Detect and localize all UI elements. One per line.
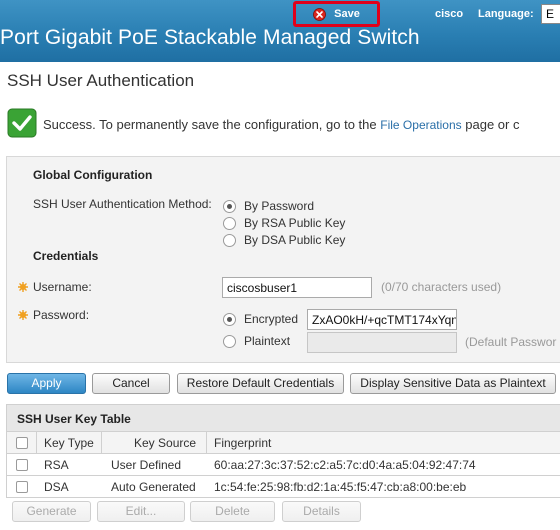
success-check-icon — [7, 108, 37, 138]
password-plaintext-option[interactable]: Plaintext — [223, 334, 290, 348]
radio-by-password[interactable] — [223, 199, 236, 213]
apply-button[interactable]: Apply — [7, 373, 86, 394]
radio-plaintext[interactable] — [223, 334, 236, 348]
method-by-password[interactable]: By Password — [223, 199, 314, 213]
key-source-cell: Auto Generated — [111, 480, 196, 494]
method-label: By RSA Public Key — [244, 216, 346, 230]
save-label: Save — [334, 8, 360, 20]
restore-defaults-button[interactable]: Restore Default Credentials — [177, 373, 344, 394]
row-checkbox[interactable] — [16, 459, 28, 471]
column-key-source: Key Source — [134, 436, 197, 450]
language-label: Language: — [478, 8, 534, 20]
radio-encrypted[interactable] — [223, 312, 236, 326]
method-by-dsa[interactable]: By DSA Public Key — [223, 233, 345, 247]
encrypted-label: Encrypted — [244, 312, 299, 326]
required-icon — [18, 282, 28, 292]
ssh-user-key-table: SSH User Key Table Key Type Key Source F… — [6, 404, 560, 498]
fingerprint-cell: 1c:54:fe:25:98:fb:d2:1a:45:f5:47:cb:a8:0… — [214, 480, 467, 494]
edit-button[interactable]: Edit... — [97, 501, 185, 522]
delete-button[interactable]: Delete — [190, 501, 275, 522]
save-button[interactable]: Save — [293, 1, 380, 27]
username-label: Username: — [33, 280, 92, 294]
success-text: Success. To permanently save the configu… — [43, 117, 377, 132]
method-by-rsa[interactable]: By RSA Public Key — [223, 216, 345, 230]
page-title: SSH User Authentication — [7, 71, 195, 90]
password-label: Password: — [33, 308, 90, 322]
display-plaintext-button[interactable]: Display Sensitive Data as Plaintext — [350, 373, 556, 394]
method-label: By DSA Public Key — [244, 233, 346, 247]
plaintext-label: Plaintext — [244, 334, 291, 348]
key-type-cell: RSA — [44, 458, 69, 472]
save-error-icon — [313, 7, 327, 21]
key-type-cell: DSA — [44, 480, 69, 494]
details-button[interactable]: Details — [282, 501, 361, 522]
radio-by-dsa[interactable] — [223, 233, 236, 247]
file-operations-link[interactable]: File Operations — [380, 118, 461, 132]
encrypted-password-input[interactable]: ZxAO0kH/+qcTMT174xYqn — [307, 309, 457, 330]
radio-by-rsa[interactable] — [223, 216, 236, 230]
username-input[interactable]: ciscosbuser1 — [222, 277, 372, 298]
credentials-heading: Credentials — [33, 249, 99, 263]
product-title: Port Gigabit PoE Stackable Managed Switc… — [0, 26, 420, 49]
table-row[interactable]: DSA Auto Generated 1c:54:fe:25:98:fb:d2:… — [7, 476, 560, 498]
user-link[interactable]: cisco — [435, 8, 463, 20]
row-checkbox[interactable] — [16, 481, 28, 493]
success-text-after: page or c — [465, 117, 520, 132]
config-panel: Global Configuration SSH User Authentica… — [6, 156, 560, 363]
required-icon — [18, 310, 28, 320]
language-select[interactable]: E — [541, 4, 560, 24]
method-label: By Password — [244, 199, 315, 213]
table-header: Key Type Key Source Fingerprint — [7, 432, 560, 454]
auth-method-label: SSH User Authentication Method: — [33, 197, 212, 211]
plaintext-password-input[interactable] — [307, 332, 457, 353]
global-config-heading: Global Configuration — [33, 168, 153, 182]
fingerprint-cell: 60:aa:27:3c:37:52:c2:a5:7c:d0:4a:a5:04:9… — [214, 458, 476, 472]
cancel-button[interactable]: Cancel — [92, 373, 170, 394]
success-message: Success. To permanently save the configu… — [43, 117, 519, 132]
select-all-checkbox[interactable] — [16, 437, 28, 449]
generate-button[interactable]: Generate — [12, 501, 91, 522]
table-row[interactable]: RSA User Defined 60:aa:27:3c:37:52:c2:a5… — [7, 454, 560, 476]
username-hint: (0/70 characters used) — [381, 280, 502, 294]
column-fingerprint: Fingerprint — [214, 436, 272, 450]
table-title: SSH User Key Table — [7, 405, 560, 432]
app-header: Save cisco Language: E Port Gigabit PoE … — [0, 0, 560, 62]
column-key-type: Key Type — [44, 436, 94, 450]
plaintext-hint: (Default Passwor — [465, 335, 557, 349]
key-source-cell: User Defined — [111, 458, 182, 472]
password-encrypted-option[interactable]: Encrypted — [223, 312, 298, 326]
